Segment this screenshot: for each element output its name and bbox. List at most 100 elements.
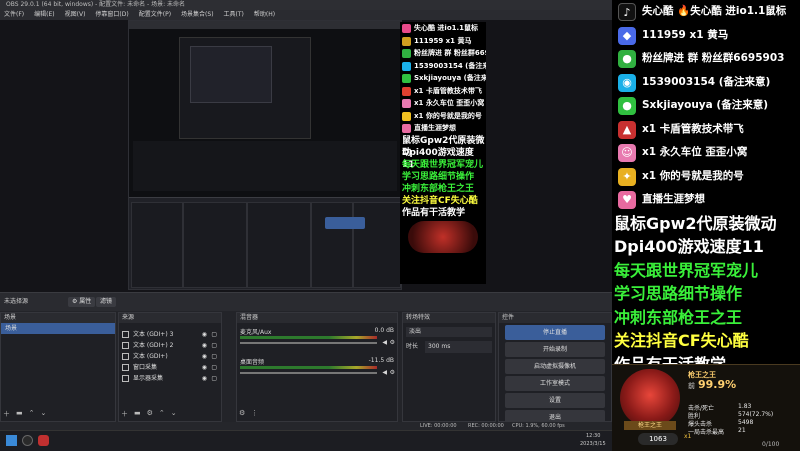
text-icon	[122, 342, 129, 349]
wechat-icon: ●	[618, 50, 636, 68]
more-icon[interactable]: ⋮	[251, 409, 258, 419]
speaker-icon[interactable]: ◀	[382, 339, 387, 346]
preview-overlay-line: 冲刺东部枪王之王	[402, 183, 475, 194]
up-icon[interactable]: ⌃	[29, 409, 35, 419]
overlay-row: ▲ x1 卡盾管教技术带飞	[612, 118, 800, 142]
lock-icon[interactable]: ▢	[211, 351, 217, 362]
lock-icon[interactable]: ▢	[211, 340, 217, 351]
add-icon[interactable]: ＋	[121, 409, 128, 419]
channel-db: -11.5 dB	[368, 357, 394, 364]
sources-panel-title: 来源	[119, 313, 221, 323]
source-toolbar: 未选择源 ⚙ 属性 滤镜	[0, 292, 612, 311]
obs-taskbar-icon[interactable]	[22, 435, 33, 446]
remove-icon[interactable]: ▬	[134, 409, 141, 419]
settings-button[interactable]: 设置	[505, 393, 605, 408]
down-icon[interactable]: ⌄	[41, 409, 47, 419]
rocket-icon: ▲	[618, 120, 636, 139]
start-recording-button[interactable]: 开始录制	[505, 342, 605, 357]
properties-button[interactable]: ⚙ 属性	[68, 297, 96, 307]
stop-streaming-button[interactable]: 停止直播	[505, 325, 605, 340]
eye-icon[interactable]: ◉	[202, 340, 207, 351]
wechat-icon	[402, 74, 411, 83]
source-item[interactable]: 显示器采集 ◉ ▢	[119, 373, 221, 384]
down-icon[interactable]: ⌄	[171, 409, 177, 419]
window-icon	[122, 364, 129, 371]
menu-profile[interactable]: 配置文件(P)	[139, 10, 171, 20]
preview-rank-badge	[408, 220, 478, 253]
menu-tools[interactable]: 工具(T)	[224, 10, 244, 20]
studio-mode-button[interactable]: 工作室模式	[505, 376, 605, 391]
cat-icon	[402, 111, 411, 121]
overlay-line: Dpi400游戏速度11	[614, 237, 764, 256]
qq-icon: ◉	[618, 73, 636, 92]
overlay-row: ◉ 1539003154 (备注来意)	[612, 71, 800, 95]
source-item[interactable]: 窗口采集 ◉ ▢	[119, 362, 221, 373]
lock-icon[interactable]: ▢	[211, 373, 217, 384]
preview-overlay-line: 鼠标Gpw2代原装微动	[402, 135, 485, 158]
volume-slider[interactable]	[240, 342, 377, 344]
overlay-line: 每天跟世界冠军宠儿	[614, 260, 759, 280]
overlay-row: ● Sxkjiayouya (备注来意)	[612, 94, 800, 118]
up-icon[interactable]: ⌃	[159, 409, 165, 419]
app-taskbar-icon[interactable]	[38, 435, 49, 446]
preview-overlay-text: 失心酷 进io1.1鼠标 111959 x1 黄马 粉丝牌进 群 粉丝群6695…	[400, 22, 486, 284]
mixer-toolbar: ⚙ ⋮	[239, 409, 395, 419]
mixer-channel: 麦克风/Aux 0.0 dB ◀ ⚙	[237, 323, 397, 353]
gift-gem-icon: ◆	[618, 26, 636, 45]
live-time: LIVE: 00:00:00	[420, 423, 457, 429]
rank-score: 1063	[638, 433, 678, 445]
preview-overlay-line: 学习思路细节操作	[402, 171, 475, 182]
menu-bar: 文件(F) 编辑(E) 视图(V) 停靠窗口(D) 配置文件(P) 场景集合(S…	[0, 10, 612, 20]
channel-db: 0.0 dB	[374, 327, 394, 334]
wechat-icon	[402, 49, 411, 58]
gear-icon[interactable]: ⚙	[239, 409, 245, 419]
menu-file[interactable]: 文件(F)	[4, 10, 24, 20]
gear-icon[interactable]: ⚙	[390, 339, 395, 346]
heart-icon: ♥	[618, 191, 636, 209]
transition-select[interactable]: 淡出	[406, 327, 492, 337]
duration-label: 时长	[406, 343, 419, 350]
speaker-icon[interactable]: ◀	[382, 369, 387, 376]
lock-icon[interactable]: ▢	[211, 362, 217, 373]
source-item[interactable]: 文本 (GDI+) 2 ◉ ▢	[119, 340, 221, 351]
windows-start-icon[interactable]	[6, 435, 17, 446]
menu-scene-collection[interactable]: 场景集合(S)	[181, 10, 214, 20]
rank-progress: 0/100	[762, 441, 780, 448]
overlay-row: ◆ 111959 x1 黄马	[612, 24, 800, 48]
preview-overlay-row: x1 你的号就是我的号	[400, 110, 486, 123]
nested-title-bar	[129, 21, 401, 29]
source-item[interactable]: 文本 (GDI+) 3 ◉ ▢	[119, 329, 221, 340]
remove-icon[interactable]: ▬	[16, 409, 23, 419]
nested-dock	[129, 197, 401, 289]
menu-docks[interactable]: 停靠窗口(D)	[95, 10, 128, 20]
gear-icon[interactable]: ⚙	[147, 409, 153, 419]
controls-panel: 控件 停止直播 开始录制 启动虚拟摄像机 工作室模式 设置 退出	[498, 312, 612, 425]
channel-name: 麦克风/Aux	[240, 329, 272, 336]
scene-item[interactable]: 场景	[1, 323, 115, 334]
menu-edit[interactable]: 编辑(E)	[34, 10, 54, 20]
eye-icon[interactable]: ◉	[202, 351, 207, 362]
volume-slider[interactable]	[240, 372, 377, 374]
menu-help[interactable]: 帮助(H)	[254, 10, 275, 20]
rocket-icon	[402, 86, 411, 96]
gear-icon[interactable]: ⚙	[390, 369, 395, 376]
lock-icon[interactable]: ▢	[211, 329, 217, 340]
channel-name: 桌面音频	[240, 359, 265, 366]
add-icon[interactable]: ＋	[3, 409, 10, 419]
menu-view[interactable]: 视图(V)	[65, 10, 86, 20]
taskbar: 12:30 2023/3/15	[0, 430, 612, 451]
rank-card: 枪王之王 1063 x1 枪王之王 前 99.9% 击杀/死亡 1.83 胜利 57…	[612, 364, 800, 451]
start-virtual-camera-button[interactable]: 启动虚拟摄像机	[505, 359, 605, 374]
overlay-line: 鼠标Gpw2代原装微动	[614, 213, 777, 233]
transitions-panel: 转场特效 淡出 时长 300 ms	[402, 312, 496, 422]
eye-icon[interactable]: ◉	[202, 362, 207, 373]
duration-row: 时长 300 ms	[403, 341, 495, 353]
preview-overlay-line: Dpi400游戏速度11	[402, 147, 474, 170]
eye-icon[interactable]: ◉	[202, 329, 207, 340]
filters-button[interactable]: 滤镜	[96, 297, 117, 307]
rank-percent-label: 前	[688, 382, 695, 390]
source-item[interactable]: 文本 (GDI+) ◉ ▢	[119, 351, 221, 362]
preview-overlay-line: 每天跟世界冠军宠儿	[402, 159, 484, 170]
eye-icon[interactable]: ◉	[202, 373, 207, 384]
duration-input[interactable]: 300 ms	[425, 341, 492, 353]
